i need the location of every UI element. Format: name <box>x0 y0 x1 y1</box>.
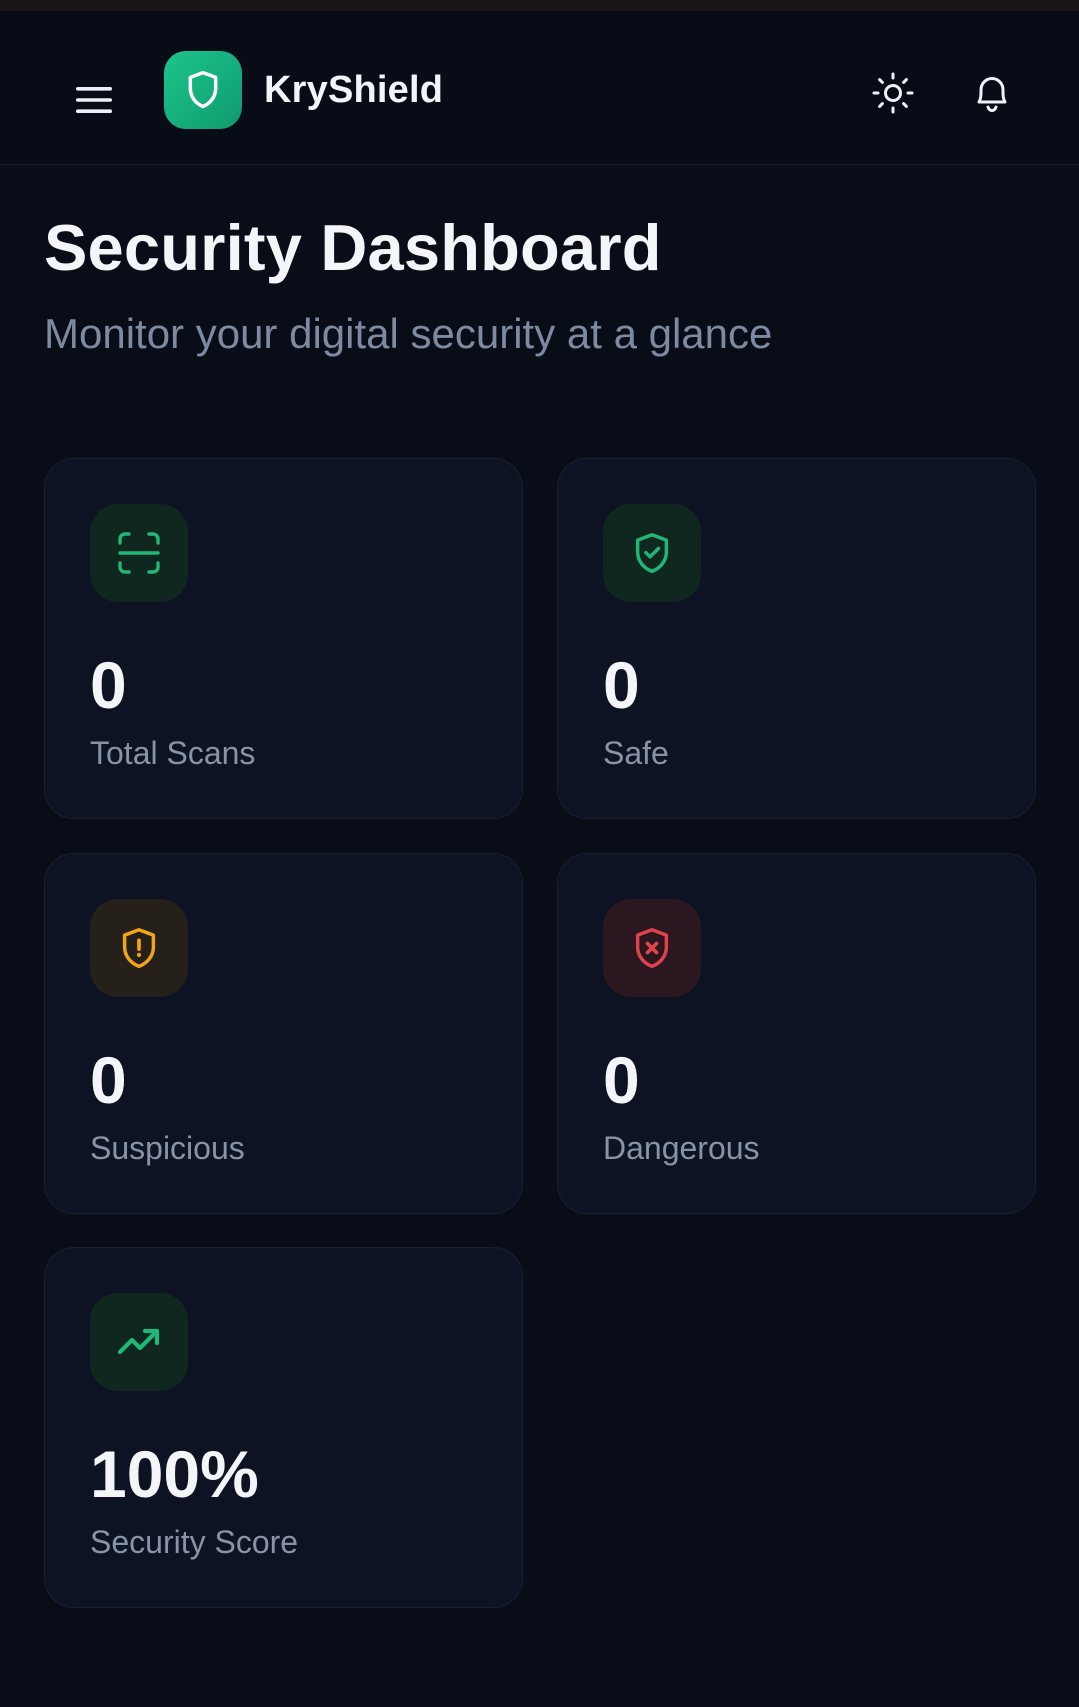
stat-label: Safe <box>603 735 669 771</box>
stat-value: 0 <box>603 648 640 722</box>
app-header: KryShield <box>0 11 1079 165</box>
stat-value: 0 <box>90 648 127 722</box>
notifications-button[interactable] <box>964 65 1020 121</box>
sun-icon <box>872 72 914 114</box>
menu-button[interactable] <box>68 74 120 126</box>
stat-label: Security Score <box>90 1524 299 1560</box>
brand-name: KryShield <box>264 69 444 111</box>
stat-value: 100% <box>90 1437 259 1511</box>
stat-card-dangerous[interactable]: 0 Dangerous <box>557 853 1036 1214</box>
page-title: Security Dashboard <box>44 211 662 284</box>
hamburger-menu-icon <box>76 87 112 113</box>
stat-card-safe[interactable]: 0 Safe <box>557 458 1036 819</box>
stat-card-security-score[interactable]: 100% Security Score <box>44 1247 523 1608</box>
stat-icon-box <box>603 504 701 602</box>
stat-card-total-scans[interactable]: 0 Total Scans <box>44 458 523 819</box>
stat-icon-box <box>90 1293 188 1391</box>
stat-label: Dangerous <box>603 1130 760 1166</box>
trending-up-icon <box>117 1328 160 1355</box>
stat-label: Total Scans <box>90 735 256 771</box>
stat-label: Suspicious <box>90 1130 245 1166</box>
stat-value: 0 <box>603 1043 640 1117</box>
shield-alert-icon <box>122 928 156 969</box>
theme-toggle-button[interactable] <box>865 65 921 121</box>
page-subtitle: Monitor your digital security at a glanc… <box>44 310 773 357</box>
shield-x-icon <box>635 928 669 969</box>
stat-card-suspicious[interactable]: 0 Suspicious <box>44 853 523 1214</box>
scan-icon <box>118 532 160 574</box>
stat-icon-box <box>90 899 188 997</box>
bell-icon <box>977 77 1007 113</box>
shield-check-icon <box>635 533 669 574</box>
stat-icon-box <box>90 504 188 602</box>
shield-icon <box>188 70 218 109</box>
top-status-strip <box>0 0 1079 11</box>
logo[interactable] <box>164 51 242 129</box>
stat-value: 0 <box>90 1043 127 1117</box>
stat-icon-box <box>603 899 701 997</box>
